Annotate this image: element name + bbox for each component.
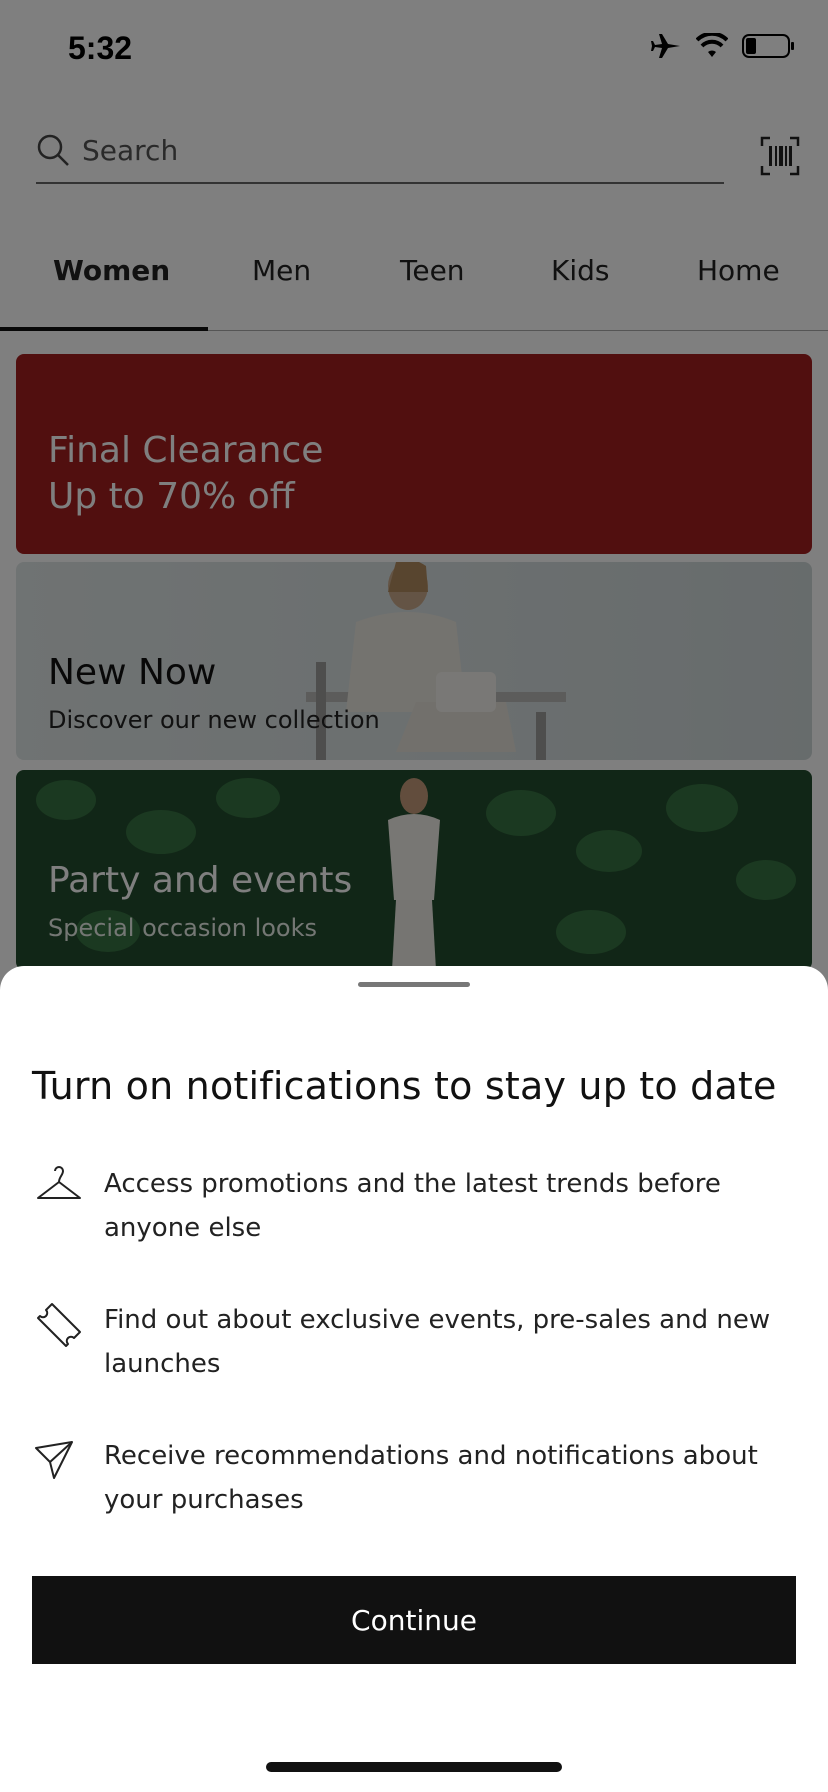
sheet-title: Turn on notifications to stay up to date	[32, 1064, 777, 1108]
home-indicator	[266, 1762, 562, 1772]
benefit-text: Access promotions and the latest trends …	[104, 1169, 721, 1243]
hanger-icon	[37, 1166, 81, 1199]
screen: 5:32	[0, 0, 828, 1792]
notifications-sheet: Turn on notifications to stay up to date…	[0, 966, 828, 1792]
continue-button[interactable]: Continue	[32, 1576, 796, 1664]
sheet-drag-handle[interactable]	[358, 982, 470, 987]
paper-plane-icon	[35, 1441, 73, 1479]
benefit-text: Receive recommendations and notification…	[104, 1441, 758, 1515]
ticket-icon	[37, 1303, 81, 1347]
benefit-text: Find out about exclusive events, pre-sal…	[104, 1305, 771, 1379]
